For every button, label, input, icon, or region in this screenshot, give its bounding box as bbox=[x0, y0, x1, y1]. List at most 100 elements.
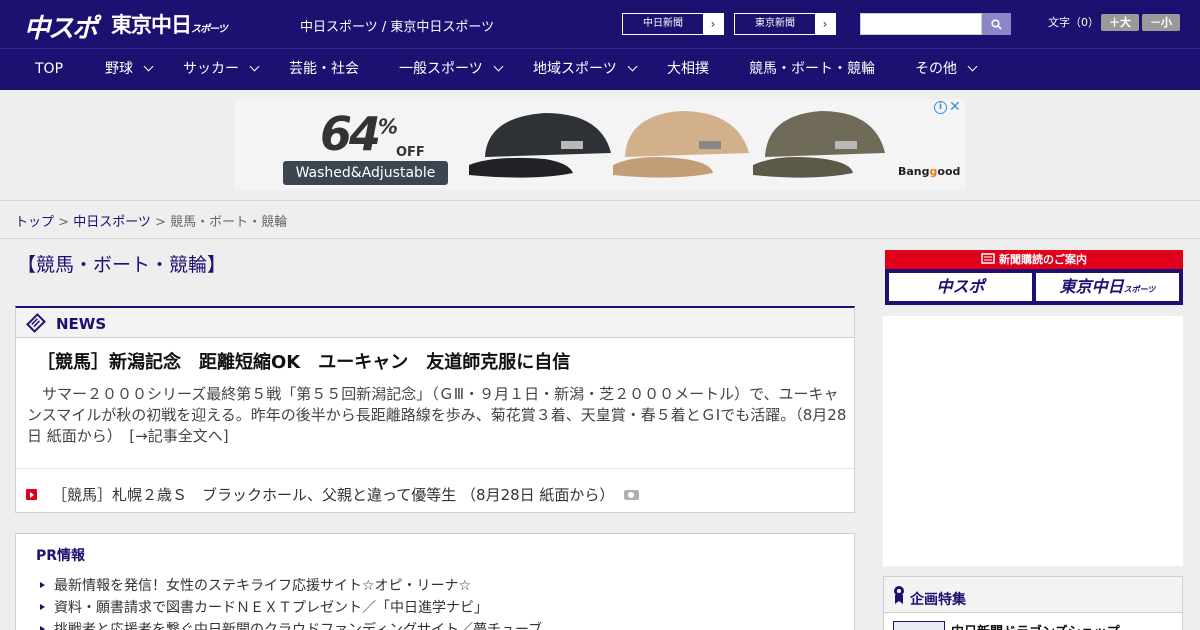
ad-brand-logo: Banggood bbox=[898, 165, 960, 178]
breadcrumb-current: 競馬・ボート・競輪 bbox=[170, 215, 288, 230]
bullet-arrow-icon bbox=[26, 489, 37, 500]
chevron-down-icon bbox=[249, 61, 260, 72]
bullet-triangle-icon bbox=[40, 626, 45, 630]
nav-item-other[interactable]: その他 bbox=[915, 49, 978, 90]
tokyo-chunichi-logo[interactable]: 東京中日スポーツ bbox=[111, 9, 228, 39]
feature-section-title: 企画特集 bbox=[910, 592, 966, 608]
ad-close-icon[interactable]: ✕ bbox=[949, 99, 961, 115]
divider bbox=[0, 238, 1200, 239]
tokyo-shimbun-button[interactable]: 東京新聞 › bbox=[734, 13, 836, 35]
nav-item-entertainment[interactable]: 芸能・社会 bbox=[289, 49, 359, 90]
nav-label: 芸能・社会 bbox=[289, 61, 359, 77]
news-header: NEWS bbox=[16, 308, 854, 338]
ad-discount: 64% bbox=[320, 107, 398, 161]
feature-header: 企画特集 bbox=[884, 577, 1182, 613]
nav-item-baseball[interactable]: 野球 bbox=[105, 49, 154, 90]
chuspo-logo[interactable]: 中スポ bbox=[24, 8, 98, 45]
news-section-title: NEWS bbox=[56, 315, 107, 333]
subscription-title-text: 新聞購読のご案内 bbox=[999, 253, 1087, 266]
banner-ad[interactable]: 64% OFF Washed&Adjustable Banggood i ✕ bbox=[235, 99, 965, 190]
nav-label: 競馬・ボート・競輪 bbox=[749, 61, 875, 77]
tokyo-logo-small: スポーツ bbox=[191, 24, 228, 35]
cap-product-image bbox=[469, 111, 885, 178]
divider bbox=[16, 468, 854, 469]
pr-section: PR情報 最新情報を発信！女性のステキライフ応援サイト☆オピ・リーナ☆ 資料・願… bbox=[15, 533, 855, 630]
feature-section: 企画特集 中日新聞ドラゴンズショップ bbox=[883, 576, 1183, 630]
ad-area: 64% OFF Washed&Adjustable Banggood i ✕ bbox=[0, 90, 1200, 201]
sidebar-ad-slot bbox=[883, 316, 1183, 566]
subscribe-tokyo-small: スポーツ bbox=[1123, 285, 1156, 294]
pr-link[interactable]: 挑戦者と応援者を繋ぐ中日新聞のクラウドファンディングサイト／夢チューブ bbox=[40, 619, 542, 630]
feature-thumbnail[interactable] bbox=[893, 621, 945, 630]
breadcrumb-separator: > bbox=[150, 215, 171, 230]
page-title: 【競馬・ボート・競輪】 bbox=[17, 254, 227, 276]
chevron-down-icon bbox=[627, 61, 638, 72]
nav-label: 一般スポーツ bbox=[399, 61, 483, 77]
nav-label: 地域スポーツ bbox=[533, 61, 617, 77]
news-summary: サマー２０００シリーズ最終第５戦「第５５回新潟記念」（ＧⅢ・９月１日・新潟・芝２… bbox=[27, 385, 847, 445]
nav-label: サッカー bbox=[183, 61, 239, 77]
search-icon bbox=[991, 18, 1002, 30]
newspaper-icon bbox=[26, 313, 46, 333]
nav-item-general-sports[interactable]: 一般スポーツ bbox=[399, 49, 504, 90]
pr-link-text: 資料・願書請求で図書カードＮＥＸＴプレゼント／「中日進学ナビ」 bbox=[54, 600, 488, 616]
font-smaller-button[interactable]: －小 bbox=[1142, 14, 1180, 31]
font-larger-button[interactable]: ＋大 bbox=[1101, 14, 1139, 31]
main-nav: TOP 野球 サッカー 芸能・社会 一般スポーツ 地域スポーツ 大相撲 競馬・ボ… bbox=[0, 48, 1200, 90]
cap-khaki bbox=[613, 111, 749, 178]
tokyo-shimbun-label: 東京新聞 bbox=[755, 18, 795, 29]
breadcrumb-link-top[interactable]: トップ bbox=[15, 215, 54, 230]
ad-brand-suffix: ood bbox=[937, 165, 961, 178]
nav-item-regional-sports[interactable]: 地域スポーツ bbox=[533, 49, 638, 90]
feature-item-link[interactable]: 中日新聞ドラゴンズショップ bbox=[951, 621, 1120, 630]
pr-link[interactable]: 資料・願書請求で図書カードＮＥＸＴプレゼント／「中日進学ナビ」 bbox=[40, 597, 488, 617]
camera-icon bbox=[624, 489, 640, 500]
newspaper-icon bbox=[981, 253, 995, 264]
chevron-down-icon bbox=[967, 61, 978, 72]
nav-item-sumo[interactable]: 大相撲 bbox=[667, 49, 709, 90]
subscribe-tokyo-text: 東京中日 bbox=[1059, 277, 1124, 296]
bullet-triangle-icon bbox=[40, 582, 45, 588]
nav-label: TOP bbox=[35, 61, 64, 77]
nav-item-racing[interactable]: 競馬・ボート・競輪 bbox=[749, 49, 875, 90]
cap-black bbox=[469, 113, 611, 178]
nav-item-top[interactable]: TOP bbox=[35, 49, 63, 90]
cap-olive bbox=[753, 111, 885, 178]
breadcrumb-link-chunichi-sports[interactable]: 中日スポーツ bbox=[73, 215, 151, 230]
subscribe-chuspo-logo[interactable]: 中スポ bbox=[889, 273, 1032, 301]
chevron-down-icon bbox=[493, 61, 504, 72]
pr-link-text: 挑戦者と応援者を繋ぐ中日新聞のクラウドファンディングサイト／夢チューブ bbox=[54, 622, 543, 630]
chevron-down-icon bbox=[143, 61, 154, 72]
pr-link-text: 最新情報を発信！女性のステキライフ応援サイト☆オピ・リーナ☆ bbox=[54, 578, 472, 594]
news-headline-link[interactable]: ［競馬］新潟記念 距離短縮OK ユーキャン 友道師克服に自信 bbox=[37, 348, 570, 374]
font-size-label: 文字（0） bbox=[1048, 16, 1099, 29]
chunichi-shimbun-label: 中日新聞 bbox=[643, 18, 683, 29]
nav-item-soccer[interactable]: サッカー bbox=[183, 49, 260, 90]
chevron-right-icon: › bbox=[815, 14, 835, 34]
news-list-item[interactable]: ［競馬］札幌２歳Ｓ ブラックホール、父親と違って優等生 （8月28日 紙面から） bbox=[26, 484, 640, 505]
news-list-item-text: ［競馬］札幌２歳Ｓ ブラックホール、父親と違って優等生 （8月28日 紙面から） bbox=[52, 486, 615, 504]
pr-section-title: PR情報 bbox=[36, 548, 86, 564]
search-input[interactable] bbox=[860, 13, 982, 35]
ad-brand-prefix: Bang bbox=[898, 165, 930, 178]
ad-percent-sign: % bbox=[378, 114, 398, 139]
search-button[interactable] bbox=[982, 13, 1011, 35]
ad-info-icon[interactable]: i bbox=[934, 101, 947, 114]
nav-label: 野球 bbox=[105, 61, 133, 77]
nav-label: その他 bbox=[915, 61, 957, 77]
breadcrumb: トップ > 中日スポーツ > 競馬・ボート・競輪 bbox=[15, 211, 287, 230]
medal-icon bbox=[894, 586, 904, 604]
header-bar: 中スポ 東京中日スポーツ 中日スポーツ / 東京中日スポーツ 中日新聞 › 東京… bbox=[0, 0, 1200, 48]
chunichi-shimbun-button[interactable]: 中日新聞 › bbox=[622, 13, 724, 35]
site-links[interactable]: 中日スポーツ / 東京中日スポーツ bbox=[300, 16, 494, 35]
subscription-banner-title: 新聞購読のご案内 bbox=[885, 250, 1183, 269]
nav-label: 大相撲 bbox=[667, 61, 709, 77]
news-section: NEWS ［競馬］新潟記念 距離短縮OK ユーキャン 友道師克服に自信 サマー２… bbox=[15, 306, 855, 513]
subscription-banner[interactable]: 新聞購読のご案内 中スポ 東京中日スポーツ bbox=[885, 250, 1183, 305]
ad-off-text: OFF bbox=[396, 145, 425, 160]
pr-link[interactable]: 最新情報を発信！女性のステキライフ応援サイト☆オピ・リーナ☆ bbox=[40, 575, 471, 595]
ad-tagline: Washed&Adjustable bbox=[283, 161, 448, 185]
ad-percent: 64 bbox=[320, 107, 381, 161]
subscribe-tokyo-logo[interactable]: 東京中日スポーツ bbox=[1036, 273, 1179, 301]
breadcrumb-separator: > bbox=[54, 215, 74, 230]
